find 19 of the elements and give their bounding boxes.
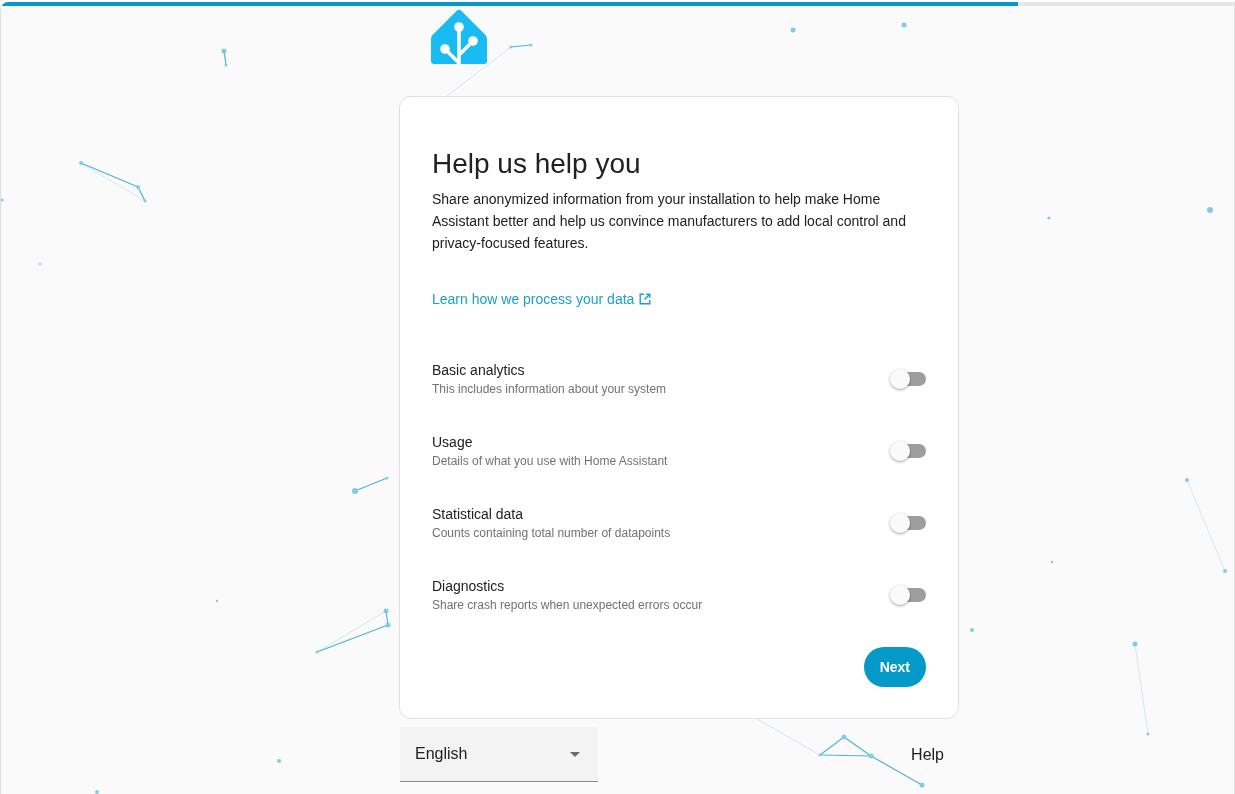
toggle-switch[interactable] <box>890 441 926 461</box>
option-description: Counts containing total number of datapoints <box>432 524 671 541</box>
help-link[interactable]: Help <box>903 736 952 773</box>
card-description: Share anonymized information from your installation to help make Home Assistant better and help us convince manufacturers to add local control and privacy-focused features. <box>432 190 907 253</box>
option-description: This includes information about your system <box>432 380 667 397</box>
language-select[interactable]: English <box>400 727 598 782</box>
dropdown-caret-icon <box>570 751 580 757</box>
external-link-icon <box>639 293 652 305</box>
toggle-switch[interactable] <box>890 513 926 533</box>
house-logo-icon <box>431 9 487 64</box>
option-label: Usage <box>432 432 474 452</box>
toggle-switch[interactable] <box>890 369 926 389</box>
option-description: Share crash reports when unexpected errors occur <box>432 596 703 613</box>
option-label: Diagnostics <box>432 576 506 596</box>
option-description: Details of what you use with Home Assistant <box>432 452 668 469</box>
option-label: Statistical data <box>432 504 525 524</box>
card-title: Help us help you <box>432 147 642 181</box>
option-label: Basic analytics <box>432 360 526 380</box>
toggle-switch[interactable] <box>890 585 926 605</box>
